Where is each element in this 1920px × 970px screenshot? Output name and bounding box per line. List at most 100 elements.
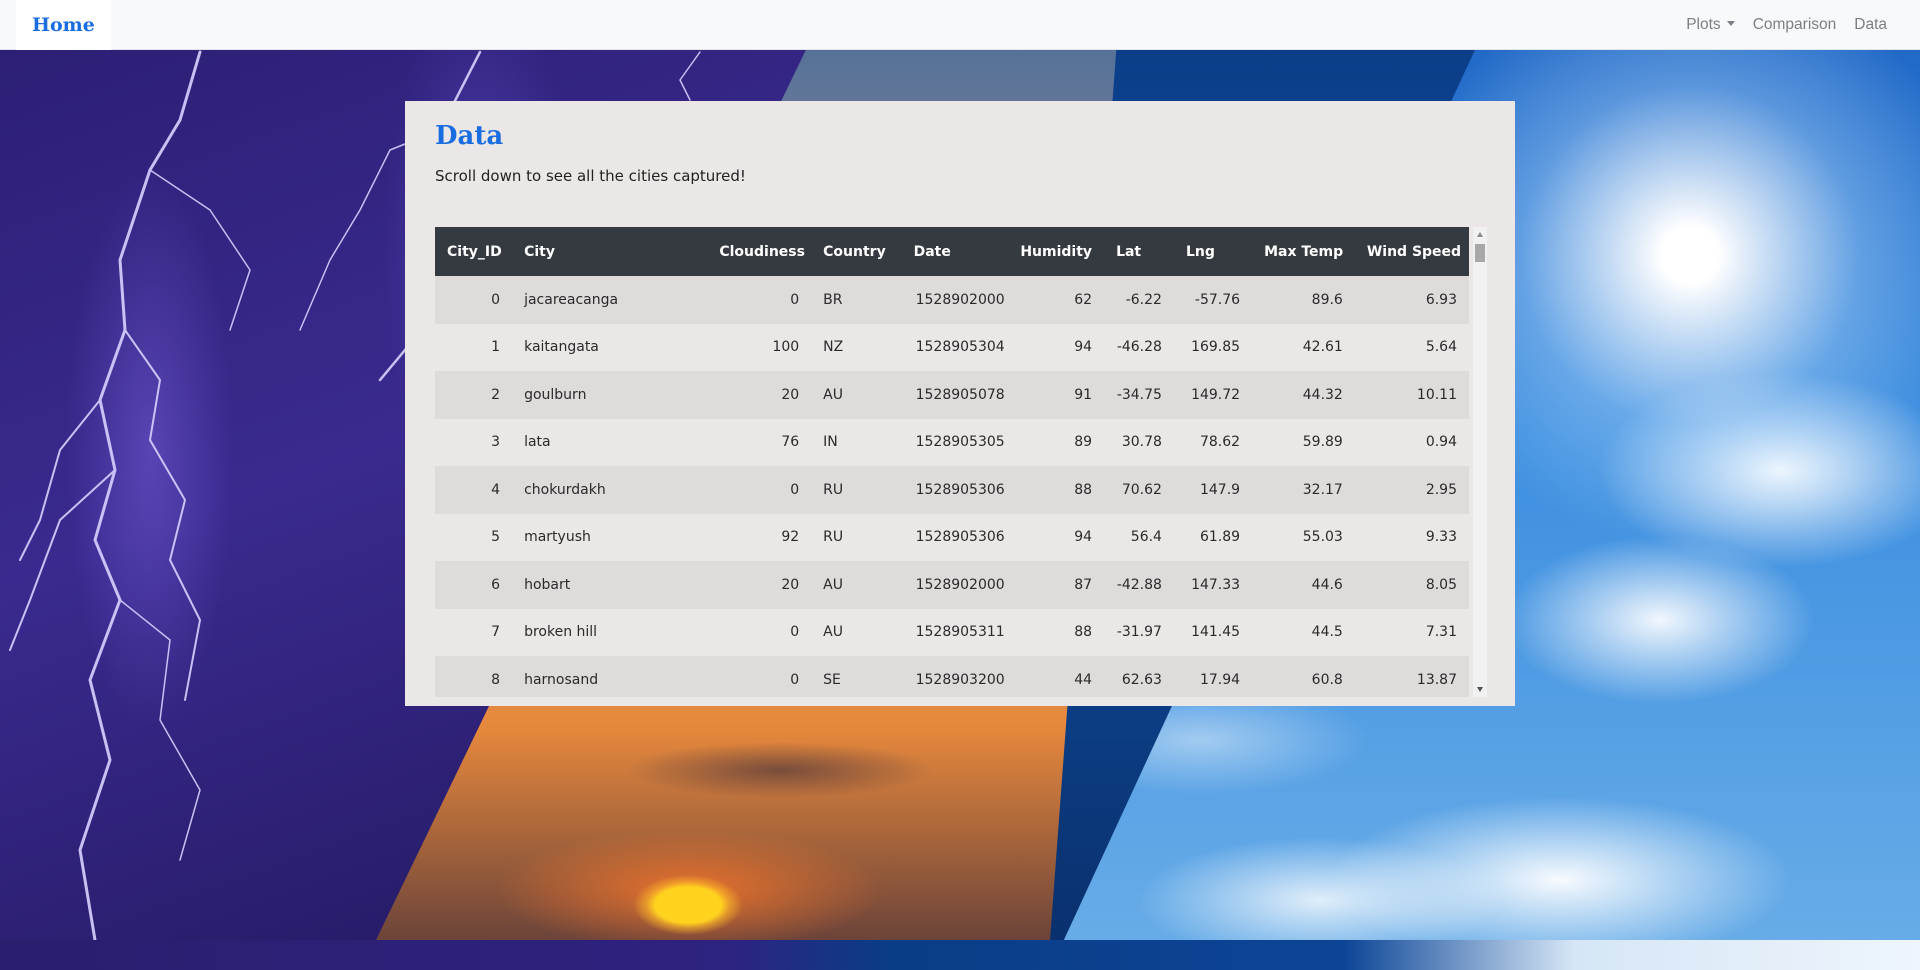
scrollbar-thumb[interactable] [1475, 244, 1485, 262]
table-cell: 62 [1007, 276, 1105, 324]
table-scrollbar[interactable] [1473, 227, 1487, 697]
column-header[interactable]: Date [901, 227, 1008, 276]
table-cell: 7 [435, 608, 513, 656]
column-header[interactable]: Cloudiness [707, 227, 812, 276]
data-link[interactable]: Data [1845, 16, 1896, 34]
table-cell: broken hill [512, 608, 708, 656]
table-cell: 2 [435, 371, 513, 419]
table-cell: 87 [1007, 561, 1105, 609]
table-cell: lata [512, 418, 708, 466]
table-cell: 141.45 [1173, 608, 1253, 656]
table-cell: 0 [707, 466, 812, 514]
scroll-up-icon[interactable] [1477, 232, 1483, 237]
column-header[interactable]: City [512, 227, 708, 276]
table-cell: 94 [1007, 323, 1105, 371]
table-scroll-area[interactable]: City_ID City Cloudiness Country Date Hum… [435, 227, 1469, 697]
table-cell: 44.6 [1252, 561, 1355, 609]
table-cell: 8.05 [1354, 561, 1469, 609]
table-cell: 13.87 [1354, 656, 1469, 697]
column-header[interactable]: Max Temp [1252, 227, 1355, 276]
table-cell: 2.95 [1354, 466, 1469, 514]
table-cell: 89.6 [1252, 276, 1355, 324]
table-cell: 56.4 [1104, 513, 1174, 561]
table-cell: 4 [435, 466, 513, 514]
table-cell: 61.89 [1173, 513, 1253, 561]
table-cell: 5.64 [1354, 323, 1469, 371]
table-cell: 147.33 [1173, 561, 1253, 609]
table-cell: -6.22 [1104, 276, 1174, 324]
table-cell: 78.62 [1173, 418, 1253, 466]
table-cell: jacareacanga [512, 276, 708, 324]
table-cell: 0.94 [1354, 418, 1469, 466]
column-header[interactable]: City_ID [435, 227, 513, 276]
table-cell: NZ [811, 323, 902, 371]
home-link[interactable]: Home [16, 0, 111, 50]
table-cell: 60.8 [1252, 656, 1355, 697]
table-cell: AU [811, 608, 902, 656]
table-row: 1 kaitangata 100 NZ 1528905304 94 -46.28 169.85… [435, 323, 1469, 371]
scroll-down-icon[interactable] [1477, 687, 1483, 692]
column-header[interactable]: Humidity [1007, 227, 1105, 276]
table-cell: 7.31 [1354, 608, 1469, 656]
comparison-link[interactable]: Comparison [1744, 16, 1846, 34]
table-cell: BR [811, 276, 902, 324]
table-row: 5 martyush 92 RU 1528905306 94 56.4 61.89 55.03 9… [435, 513, 1469, 561]
cities-table: City_ID City Cloudiness Country Date Hum… [435, 227, 1469, 697]
table-row: 2 goulburn 20 AU 1528905078 91 -34.75 149.72 44.… [435, 371, 1469, 419]
table-cell: 44.5 [1252, 608, 1355, 656]
table-cell: 30.78 [1104, 418, 1174, 466]
background-footer-strip [0, 940, 1920, 970]
table-cell: hobart [512, 561, 708, 609]
table-cell: 59.89 [1252, 418, 1355, 466]
table-row: 4 chokurdakh 0 RU 1528905306 88 70.62 147.9 32.1… [435, 466, 1469, 514]
table-cell: 32.17 [1252, 466, 1355, 514]
plots-label: Plots [1686, 16, 1721, 33]
table-cell: 0 [435, 276, 513, 324]
table-cell: 1528903200 [901, 656, 1008, 697]
plots-dropdown[interactable]: Plots [1677, 16, 1743, 34]
table-cell: martyush [512, 513, 708, 561]
table-cell: 6 [435, 561, 513, 609]
chevron-down-icon [1726, 20, 1735, 26]
table-cell: 1528905078 [901, 371, 1008, 419]
table-cell: -57.76 [1173, 276, 1253, 324]
table-cell: 8 [435, 656, 513, 697]
table-cell: 88 [1007, 466, 1105, 514]
table-cell: harnosand [512, 656, 708, 697]
column-header[interactable]: Wind Speed [1354, 227, 1469, 276]
table-cell: kaitangata [512, 323, 708, 371]
table-cell: 1528905304 [901, 323, 1008, 371]
table-cell: 1 [435, 323, 513, 371]
table-cell: 169.85 [1173, 323, 1253, 371]
table-cell: 76 [707, 418, 812, 466]
table-cell: -34.75 [1104, 371, 1174, 419]
column-header[interactable]: Lng [1173, 227, 1253, 276]
table-cell: -46.28 [1104, 323, 1174, 371]
table-row: 6 hobart 20 AU 1528902000 87 -42.88 147.33 44.6 8… [435, 561, 1469, 609]
table-cell: 44 [1007, 656, 1105, 697]
table-cell: RU [811, 513, 902, 561]
table-cell: 0 [707, 656, 812, 697]
table-header-row: City_ID City Cloudiness Country Date Hum… [435, 227, 1469, 276]
table-cell: 17.94 [1173, 656, 1253, 697]
table-cell: chokurdakh [512, 466, 708, 514]
table-row: 0 jacareacanga 0 BR 1528902000 62 -6.22 -57.76 8… [435, 276, 1469, 324]
table-cell: 44.32 [1252, 371, 1355, 419]
table-cell: 10.11 [1354, 371, 1469, 419]
table-cell: 147.9 [1173, 466, 1253, 514]
table-cell: IN [811, 418, 902, 466]
table-cell: 0 [707, 276, 812, 324]
table-cell: 1528905306 [901, 513, 1008, 561]
table-cell: 0 [707, 608, 812, 656]
table-body: 0 jacareacanga 0 BR 1528902000 62 -6.22 -57.76 8… [435, 276, 1469, 697]
table-cell: 149.72 [1173, 371, 1253, 419]
table-cell: 55.03 [1252, 513, 1355, 561]
column-header[interactable]: Lat [1104, 227, 1174, 276]
table-cell: 92 [707, 513, 812, 561]
table-row: 7 broken hill 0 AU 1528905311 88 -31.97 141.45 4… [435, 608, 1469, 656]
table-cell: -42.88 [1104, 561, 1174, 609]
table-cell: 70.62 [1104, 466, 1174, 514]
table-cell: 100 [707, 323, 812, 371]
column-header[interactable]: Country [811, 227, 902, 276]
table-cell: 6.93 [1354, 276, 1469, 324]
